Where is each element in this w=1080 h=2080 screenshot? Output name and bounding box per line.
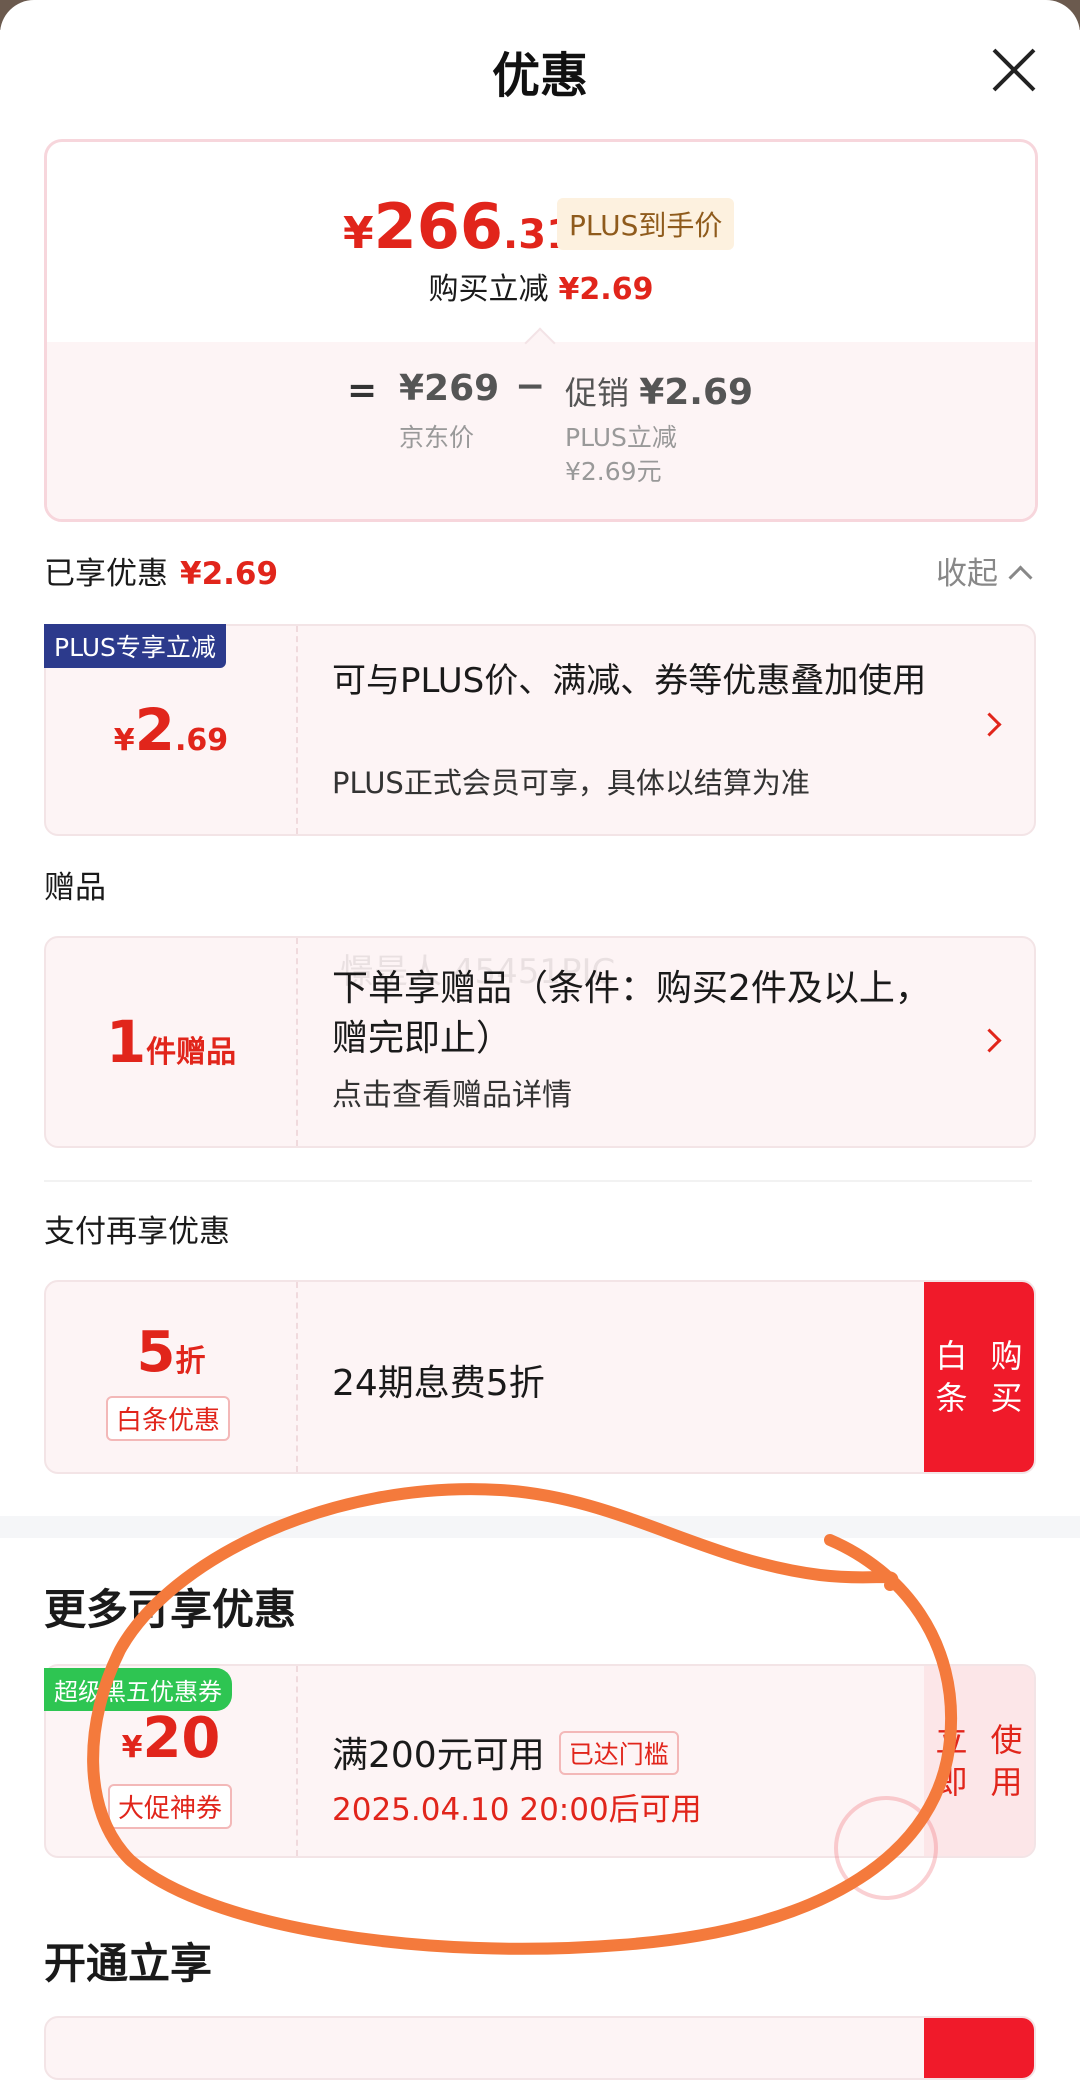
threshold-reached-badge: 已达门槛 <box>558 1731 679 1775</box>
plus-discount-int: 2 <box>134 696 176 764</box>
use-now-button[interactable]: 立即 使用 <box>924 1666 1034 1856</box>
payment-desc: 24期息费5折 <box>332 1363 545 1404</box>
chevron-right-icon <box>977 712 1002 737</box>
price-integer: 266 <box>373 190 504 263</box>
chevron-up-icon <box>1008 565 1033 590</box>
divider <box>296 1666 298 1856</box>
gift-count-unit: 件赠品 <box>146 1035 237 1070</box>
coupon-valid-time: 2025.04.10 20:00后可用 <box>332 1792 702 1828</box>
baitiao-tag: 白条优惠 <box>106 1396 231 1441</box>
plus-discount-value: ¥2.69 <box>46 696 296 764</box>
gift-count-number: 1 <box>105 1008 147 1076</box>
coupon-amount: ¥20 <box>46 1706 296 1771</box>
plus-price-tag: PLUS到手价 <box>557 198 735 250</box>
promo-line: 促销 ¥2.69 <box>565 368 753 414</box>
plus-exclusive-badge: PLUS专享立减 <box>44 624 226 668</box>
separator <box>44 1180 1032 1182</box>
coupon-tag: 大促神券 <box>108 1784 233 1829</box>
close-icon[interactable] <box>984 40 1044 100</box>
baitiao-buy-button[interactable]: 白条 购买 <box>924 1282 1034 1472</box>
plus-discount-note: PLUS正式会员可享，具体以结算为准 <box>332 766 810 800</box>
plus-reduce-label: PLUS立减 <box>565 423 677 452</box>
enjoyed-label: 已享优惠 <box>44 556 168 592</box>
plus-reduce-value: ¥2.69元 <box>565 457 662 486</box>
black-friday-badge: 超级黑五优惠券 <box>44 1668 232 1711</box>
divider <box>296 938 298 1146</box>
coupon-amount-number: 20 <box>142 1706 221 1771</box>
price-currency: ¥ <box>343 208 374 259</box>
stamp-icon <box>834 1796 938 1900</box>
gift-section-label: 赠品 <box>44 870 106 906</box>
coupon-condition-text: 满200元可用 <box>332 1735 545 1776</box>
enjoyed-discount: 已享优惠 ¥2.69 <box>44 548 278 593</box>
promo-amount: ¥2.69 <box>639 372 754 413</box>
payment-discount-unit: 折 <box>175 1344 206 1379</box>
promo-label: 促销 <box>565 374 630 412</box>
minus-sign: − <box>515 366 546 407</box>
plus-discount-currency: ¥ <box>113 723 135 758</box>
collapse-button[interactable]: 收起 <box>936 548 1033 593</box>
payment-discount-number: 5 <box>136 1320 176 1385</box>
price-breakdown-card: ¥266.31 PLUS到手价 购买立减 ¥2.69 = ¥269 京东价 − 促… <box>44 139 1038 522</box>
open-button[interactable] <box>924 2018 1034 2078</box>
buy-reduce-amount: ¥2.69 <box>558 272 654 307</box>
equals-sign: = <box>347 370 378 411</box>
buy-reduce-line: 购买立减 ¥2.69 <box>47 264 1035 308</box>
payment-discount-card: 5折 白条优惠 24期息费5折 白条 购买 <box>44 1280 1036 1474</box>
gift-count: 1件赠品 <box>46 1008 296 1076</box>
payment-section-label: 支付再享优惠 <box>44 1214 230 1250</box>
final-price: ¥266.31 <box>343 190 574 263</box>
enjoyed-amount: ¥2.69 <box>180 556 279 592</box>
buy-reduce-label: 购买立减 <box>428 272 549 307</box>
gift-left: 1件赠品 <box>46 938 296 1146</box>
coupon-currency: ¥ <box>121 1730 143 1765</box>
jd-price: ¥269 <box>399 368 500 409</box>
open-card <box>44 2016 1036 2080</box>
section-gap <box>0 1516 1080 1538</box>
chevron-right-icon <box>977 1028 1002 1053</box>
divider <box>296 626 298 834</box>
plus-discount-desc: 可与PLUS价、满减、券等优惠叠加使用 <box>332 661 927 701</box>
page-title: 优惠 <box>491 48 588 104</box>
payment-discount: 5折 <box>46 1320 296 1385</box>
open-section-label: 开通立享 <box>44 1939 213 1988</box>
watermark: 憬是人 45451PIC <box>340 952 616 992</box>
collapse-label: 收起 <box>936 556 998 592</box>
coupon-condition: 满200元可用 已达门槛 <box>332 1726 679 1778</box>
gift-detail-link: 点击查看赠品详情 <box>332 1078 572 1113</box>
plus-discount-dec: .69 <box>175 723 229 758</box>
divider <box>296 1282 298 1472</box>
payment-left: 5折 白条优惠 <box>46 1282 296 1472</box>
more-offers-label: 更多可享优惠 <box>44 1585 297 1634</box>
jd-price-label: 京东价 <box>399 423 475 452</box>
